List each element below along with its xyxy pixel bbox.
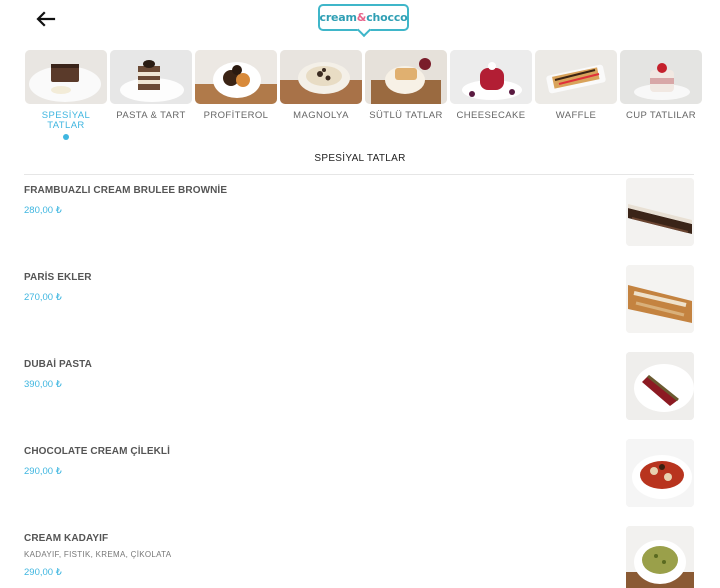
arrow-left-icon (36, 11, 56, 27)
item-photo (626, 265, 694, 333)
item-price: 290,00 ₺ (24, 567, 62, 578)
section-divider (24, 174, 694, 175)
item-photo (626, 526, 694, 588)
logo-notch (356, 22, 372, 38)
menu-item[interactable]: PARİS EKLER 270,00 ₺ (24, 265, 694, 344)
menu-item[interactable]: FRAMBUAZLI CREAM BRULEE BROWNİE 280,00 ₺ (24, 178, 694, 257)
item-price: 270,00 ₺ (24, 292, 62, 303)
logo-text-part1: cream (319, 11, 357, 24)
item-name: CHOCOLATE CREAM ÇİLEKLİ (24, 446, 170, 457)
item-name: DUBAİ PASTA (24, 359, 92, 370)
category-label: WAFFLE (555, 110, 597, 121)
category-sutlu-tatlar[interactable]: SÜTLÜ TATLAR (364, 50, 448, 121)
category-image (450, 50, 532, 104)
category-cheesecake[interactable]: CHEESECAKE (449, 50, 533, 121)
category-image (110, 50, 192, 104)
menu-item[interactable]: DUBAİ PASTA 390,00 ₺ (24, 352, 694, 431)
category-label: CUP TATLILAR (625, 110, 697, 121)
category-spesiyal-tatlar[interactable]: SPESİYAL TATLAR (24, 50, 108, 140)
item-photo (626, 178, 694, 246)
item-photo (626, 352, 694, 420)
category-cup-tatlilar[interactable]: CUP TATLILAR (619, 50, 703, 121)
category-image (25, 50, 107, 104)
app-header: cream&chocco (0, 0, 720, 40)
category-magnolya[interactable]: MAGNOLYA (279, 50, 363, 121)
item-description: KADAYIF, FISTIK, KREMA, ÇİKOLATA (24, 550, 172, 559)
category-carousel[interactable]: SPESİYAL TATLAR PASTA & TART PROFİTEROL … (24, 50, 720, 142)
category-image (195, 50, 277, 104)
category-label: CHEESECAKE (456, 110, 526, 121)
menu-item[interactable]: CHOCOLATE CREAM ÇİLEKLİ 290,00 ₺ (24, 439, 694, 518)
category-label: PROFİTEROL (203, 110, 269, 121)
category-image (280, 50, 362, 104)
item-name: FRAMBUAZLI CREAM BRULEE BROWNİE (24, 185, 228, 196)
category-label: MAGNOLYA (293, 110, 349, 121)
brand-logo[interactable]: cream&chocco (318, 4, 409, 38)
active-indicator-dot (63, 134, 69, 140)
logo-text-part3: chocco (366, 11, 408, 24)
category-image (535, 50, 617, 104)
item-price: 390,00 ₺ (24, 379, 62, 390)
item-price: 280,00 ₺ (24, 205, 62, 216)
back-button[interactable] (34, 8, 58, 30)
logo-text-part2: & (356, 11, 367, 24)
item-photo (626, 439, 694, 507)
category-profiterol[interactable]: PROFİTEROL (194, 50, 278, 121)
item-name: PARİS EKLER (24, 272, 92, 283)
category-image (620, 50, 702, 104)
category-label: SÜTLÜ TATLAR (369, 110, 443, 121)
menu-item[interactable]: CREAM KADAYIF KADAYIF, FISTIK, KREMA, Çİ… (24, 526, 694, 588)
section-title: SPESİYAL TATLAR (314, 153, 406, 164)
category-label: SPESİYAL TATLAR (41, 110, 91, 131)
category-image (365, 50, 447, 104)
category-waffle[interactable]: WAFFLE (534, 50, 618, 121)
category-label: PASTA & TART (116, 110, 186, 121)
item-price: 290,00 ₺ (24, 466, 62, 477)
category-pasta-tart[interactable]: PASTA & TART (109, 50, 193, 121)
item-name: CREAM KADAYIF (24, 533, 109, 544)
